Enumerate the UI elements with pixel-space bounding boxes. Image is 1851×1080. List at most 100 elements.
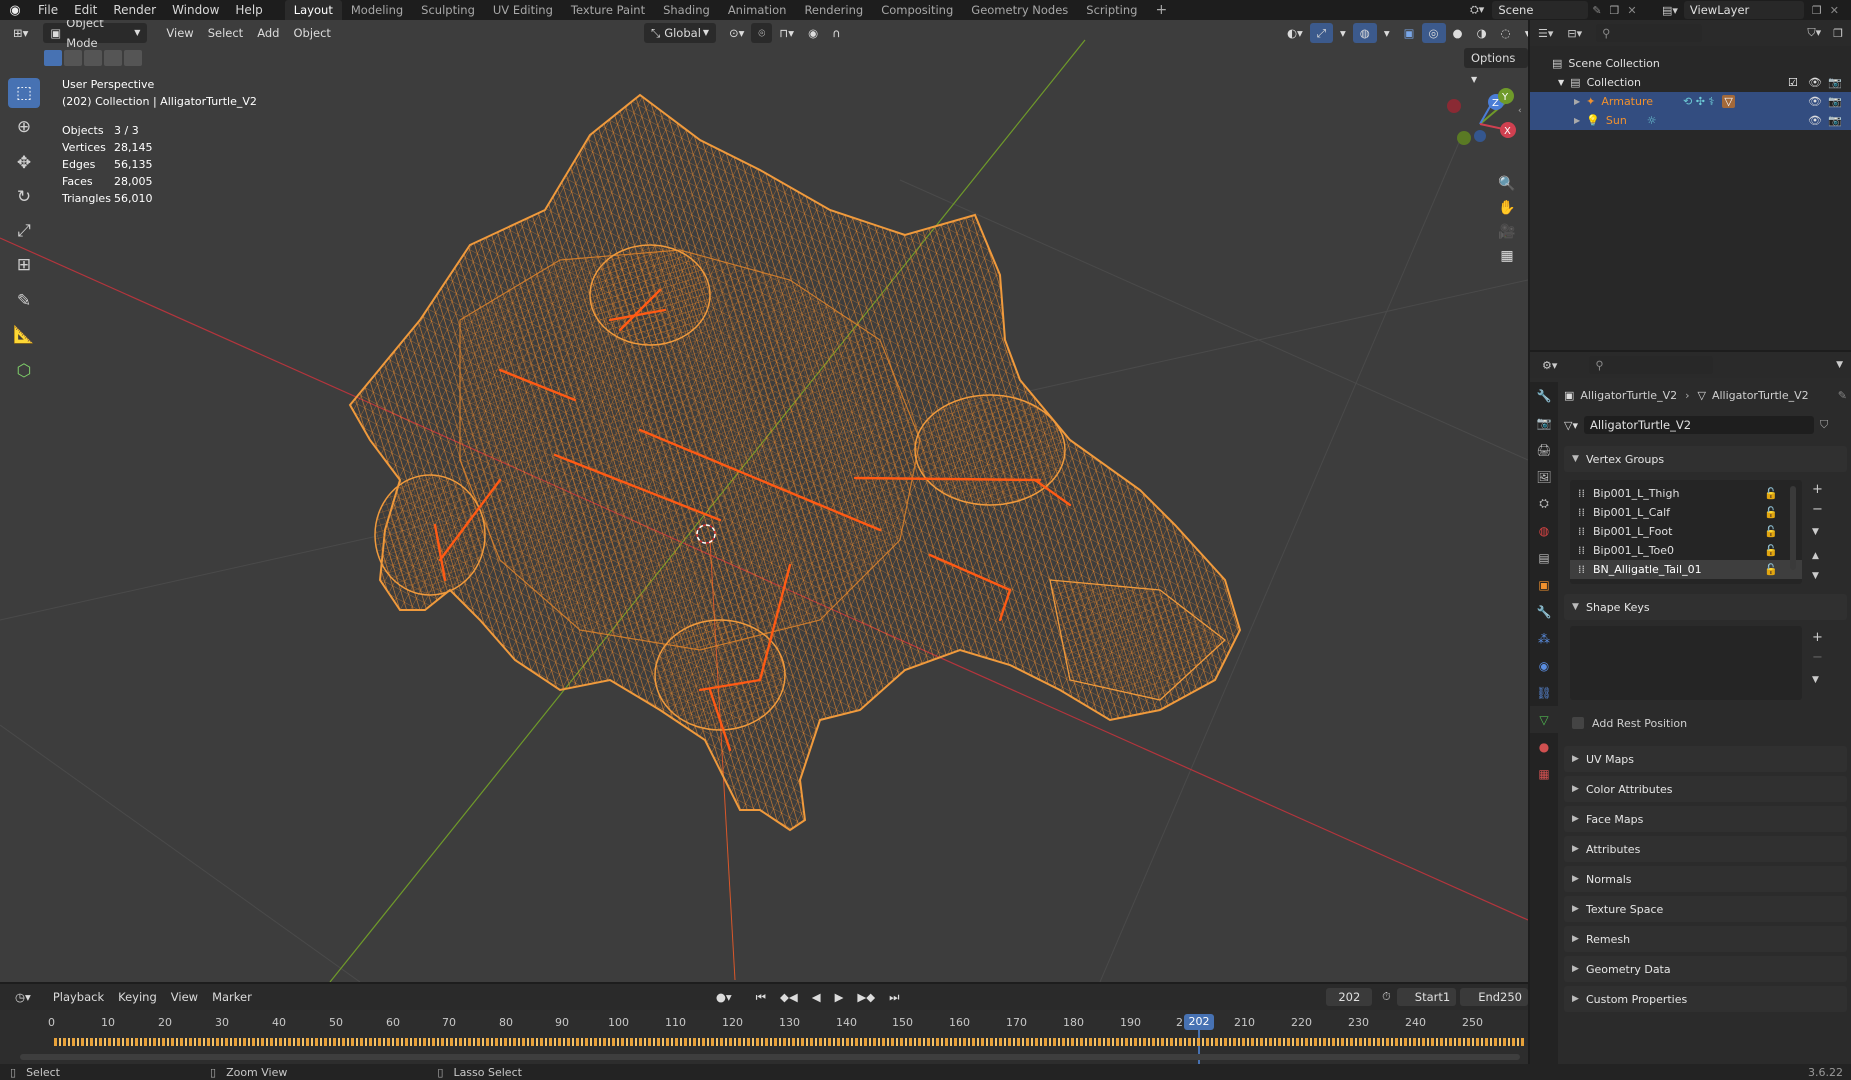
rotate-tool-icon[interactable]: ↻ bbox=[8, 182, 40, 212]
checkbox-icon[interactable]: ☑ bbox=[1788, 76, 1798, 89]
mesh-browse-icon[interactable]: ▽▾ bbox=[1564, 419, 1578, 432]
lock-icon[interactable]: 🔓 bbox=[1764, 544, 1778, 557]
panel-attributes[interactable]: ▶ Attributes bbox=[1564, 836, 1847, 862]
tab-layout[interactable]: Layout bbox=[284, 0, 342, 20]
visibility-icon[interactable]: ◐▾ bbox=[1280, 23, 1310, 43]
fake-user-shield-icon[interactable]: ⛉ bbox=[1820, 418, 1828, 432]
timeline-menu-view[interactable]: View bbox=[164, 987, 205, 1007]
world-tab-icon[interactable]: ◍ bbox=[1530, 517, 1558, 544]
start-frame-field[interactable]: Start 1 bbox=[1396, 988, 1457, 1006]
shape-keys-panel-header[interactable]: ▼ Shape Keys bbox=[1564, 594, 1847, 620]
delete-scene-icon[interactable]: ✕ bbox=[1627, 4, 1636, 17]
add-shape-key-icon[interactable]: + bbox=[1812, 628, 1823, 648]
timeline-scrollbar[interactable] bbox=[20, 1054, 1520, 1060]
blender-logo-icon[interactable]: ◉ bbox=[0, 0, 30, 20]
specials-menu-icon[interactable]: ▼ bbox=[1812, 670, 1823, 690]
expand-arrow-icon[interactable]: ▶ bbox=[1574, 97, 1580, 106]
select-invert-icon[interactable] bbox=[104, 50, 122, 66]
outliner-item-armature[interactable]: ▶ ✦ Armature ⟲ ✣ ⚕ ▽ 👁 📷 bbox=[1530, 92, 1851, 111]
expand-arrow-icon[interactable]: ▶ bbox=[1574, 116, 1580, 125]
snap-icon[interactable]: ⌾ bbox=[751, 23, 773, 43]
tab-compositing[interactable]: Compositing bbox=[872, 0, 962, 20]
pan-hand-icon[interactable]: ✋ bbox=[1495, 196, 1519, 220]
timeline-menu-marker[interactable]: Marker bbox=[205, 987, 259, 1007]
cursor-tool-icon[interactable]: ⊕ bbox=[8, 112, 40, 142]
properties-editor-type-icon[interactable]: ⚙▾ bbox=[1542, 359, 1557, 372]
current-frame-field[interactable]: 202 bbox=[1326, 988, 1373, 1006]
view-layer-tab-icon[interactable]: 🖼 bbox=[1530, 463, 1558, 490]
expand-arrow-icon[interactable]: ▼ bbox=[1558, 78, 1564, 87]
orientation-dropdown[interactable]: ⤡ Global ▼ bbox=[644, 23, 716, 43]
annotate-tool-icon[interactable]: ✎ bbox=[8, 286, 40, 316]
panel-color-attributes[interactable]: ▶ Color Attributes bbox=[1564, 776, 1847, 802]
proportional-edit-icon[interactable]: ◉ bbox=[801, 23, 825, 43]
particles-tab-icon[interactable]: ⁂ bbox=[1530, 625, 1558, 652]
viewport-menu-add[interactable]: Add bbox=[250, 23, 286, 43]
menu-render[interactable]: Render bbox=[105, 0, 164, 20]
select-subtract-icon[interactable] bbox=[84, 50, 102, 66]
timeline-track[interactable]: 0 10 20 30 40 50 60 70 80 90 100 110 120… bbox=[0, 1010, 1528, 1064]
select-intersect-icon[interactable] bbox=[124, 50, 142, 66]
sidebar-toggle-icon[interactable]: ‹ bbox=[1518, 106, 1522, 116]
jump-start-icon[interactable]: ⏮ bbox=[749, 987, 773, 1007]
overlay-toggle-icon[interactable]: ◍ bbox=[1352, 23, 1377, 43]
outliner-scene-collection[interactable]: ▤ Scene Collection bbox=[1530, 54, 1851, 73]
options-dropdown[interactable]: Options ▼ bbox=[1464, 48, 1528, 84]
tab-texture-paint[interactable]: Texture Paint bbox=[562, 0, 654, 20]
falloff-icon[interactable]: ∩ bbox=[825, 23, 847, 43]
eye-icon[interactable]: 👁 bbox=[1808, 95, 1822, 108]
tab-modeling[interactable]: Modeling bbox=[342, 0, 412, 20]
display-mode-icon[interactable]: ⊟▾ bbox=[1567, 27, 1582, 40]
material-tab-icon[interactable]: ● bbox=[1530, 733, 1558, 760]
select-box-tool-icon[interactable]: ⬚ bbox=[8, 78, 40, 108]
jump-keyframe-back-icon[interactable]: ◆◀ bbox=[773, 987, 805, 1007]
outliner-search-input[interactable]: ⚲ bbox=[1596, 24, 1703, 42]
stopwatch-icon[interactable]: ⏱ bbox=[1382, 990, 1391, 1004]
mesh-data-tab-icon[interactable]: ▽ bbox=[1530, 706, 1558, 733]
panel-custom-properties[interactable]: ▶ Custom Properties bbox=[1564, 986, 1847, 1012]
add-workspace-icon[interactable]: + bbox=[1146, 0, 1176, 20]
scene-name-field[interactable]: Scene bbox=[1492, 1, 1589, 19]
tab-rendering[interactable]: Rendering bbox=[795, 0, 872, 20]
timeline-menu-keying[interactable]: Keying ▼ bbox=[111, 987, 164, 1025]
solid-shading-icon[interactable]: ● bbox=[1446, 23, 1470, 43]
scale-tool-icon[interactable]: ⤢ bbox=[8, 216, 40, 246]
list-item[interactable]: ⁞⁞ Bip001_L_Foot 🔓 bbox=[1570, 522, 1802, 541]
shape-keys-list[interactable] bbox=[1570, 626, 1802, 700]
new-collection-icon[interactable]: ❐ bbox=[1833, 27, 1843, 40]
list-item[interactable]: ⁞⁞ Bip001_L_Toe0 🔓 bbox=[1570, 541, 1802, 560]
move-down-icon[interactable]: ▼ bbox=[1812, 566, 1823, 586]
material-shading-icon[interactable]: ◑ bbox=[1470, 23, 1494, 43]
specials-menu-icon[interactable]: ▼ bbox=[1812, 522, 1823, 542]
eye-icon[interactable]: 👁 bbox=[1808, 114, 1822, 127]
physics-tab-icon[interactable]: ◉ bbox=[1530, 652, 1558, 679]
output-tab-icon[interactable]: 🖨 bbox=[1530, 436, 1558, 463]
remove-vertex-group-icon[interactable]: − bbox=[1812, 500, 1823, 520]
camera-render-icon[interactable]: 📷 bbox=[1828, 76, 1842, 89]
jump-keyframe-forward-icon[interactable]: ▶◆ bbox=[850, 987, 882, 1007]
outliner-item-sun[interactable]: ▶ 💡 Sun ☼ 👁 📷 bbox=[1530, 111, 1851, 130]
tool-tab-icon[interactable]: 🔧 bbox=[1530, 382, 1558, 409]
panel-geometry-data[interactable]: ▶ Geometry Data bbox=[1564, 956, 1847, 982]
new-view-layer-icon[interactable]: ❐ bbox=[1812, 4, 1822, 17]
chevron-down-icon[interactable]: ▼ bbox=[1836, 360, 1843, 370]
xray-toggle-icon[interactable]: ▣ bbox=[1397, 23, 1422, 43]
new-scene-icon[interactable]: ❐ bbox=[1610, 4, 1620, 17]
jump-end-icon[interactable]: ⏭ bbox=[882, 987, 906, 1007]
add-rest-position-row[interactable]: Add Rest Position bbox=[1564, 712, 1847, 734]
move-up-icon[interactable]: ▲ bbox=[1812, 546, 1823, 566]
zoom-icon[interactable]: 🔍 bbox=[1495, 172, 1519, 196]
shading-dropdown-icon[interactable]: ▾ bbox=[1518, 23, 1528, 43]
rendered-shading-icon[interactable]: ◌ bbox=[1494, 23, 1518, 43]
menu-file[interactable]: File bbox=[30, 0, 66, 20]
panel-uv-maps[interactable]: ▶ UV Maps bbox=[1564, 746, 1847, 772]
tab-shading[interactable]: Shading bbox=[654, 0, 719, 20]
camera-render-icon[interactable]: 📷 bbox=[1828, 95, 1842, 108]
3d-viewport[interactable]: ⊞▾ ▣ Object Mode ▼ View Select Add Objec… bbox=[0, 20, 1528, 982]
vertex-groups-panel-header[interactable]: ▼ Vertex Groups bbox=[1564, 446, 1847, 472]
scene-selector[interactable]: ⛭▾ Scene ✎ ❐ ✕ bbox=[1470, 1, 1637, 19]
navigation-gizmo[interactable]: Z Y X bbox=[1440, 84, 1520, 164]
playhead-frame-label[interactable]: 202 bbox=[1184, 1014, 1214, 1030]
panel-remesh[interactable]: ▶ Remesh bbox=[1564, 926, 1847, 952]
pivot-icon[interactable]: ⊙▾ bbox=[722, 23, 751, 43]
